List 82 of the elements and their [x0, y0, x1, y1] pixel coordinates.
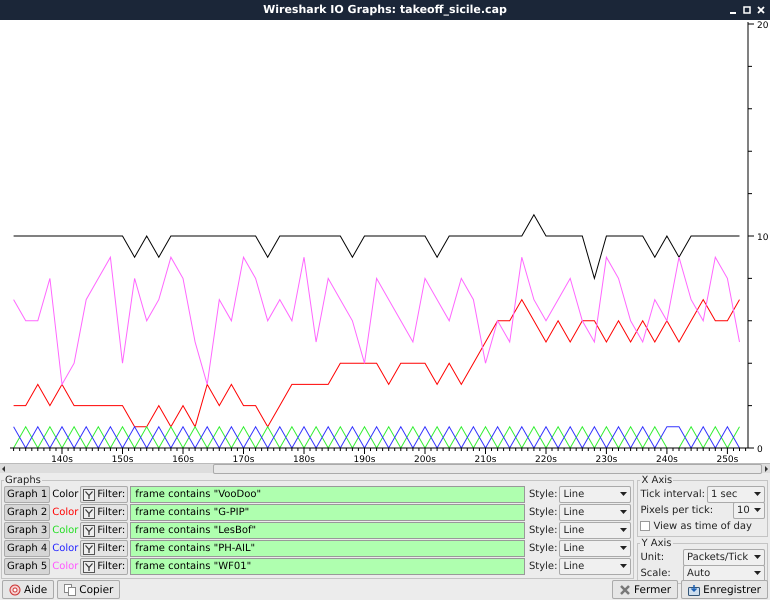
save-icon	[688, 584, 700, 596]
tick-label: 170s	[232, 454, 254, 463]
filter-button[interactable]: Filter:	[80, 486, 128, 503]
dropdown-arrow-icon	[620, 528, 628, 533]
field-label: Pixels per tick:	[640, 504, 714, 516]
graph-toggle-button[interactable]: Graph 1	[4, 486, 50, 503]
color-link[interactable]: Color	[52, 543, 78, 554]
color-link[interactable]: Color	[52, 489, 78, 500]
dropdown-arrow-icon	[754, 492, 761, 496]
style-label: Style:	[528, 525, 558, 536]
dropdown-arrow-icon	[620, 564, 628, 569]
frame-title: X Axis	[640, 475, 674, 486]
window-title: Wireshark IO Graphs: takeoff_sicile.cap	[263, 3, 507, 16]
field-label: Unit:	[640, 552, 664, 562]
dropdown-arrow-icon	[754, 570, 761, 576]
copy-button[interactable]: Copier	[57, 580, 120, 599]
style-label: Style:	[528, 543, 558, 554]
dropdown-arrow-icon	[620, 492, 628, 497]
graph-toggle-button[interactable]: Graph 2	[4, 504, 50, 521]
tick-label: 210s	[474, 454, 496, 463]
tick-label: 0	[757, 444, 763, 455]
checkbox-label: View as time of day	[653, 520, 752, 532]
filter-button[interactable]: Filter:	[80, 558, 128, 575]
tick-label: 200s	[414, 454, 436, 463]
filter-icon	[83, 506, 96, 518]
filter-icon	[83, 488, 96, 500]
filter-field[interactable]: frame contains "PH-AIL"	[130, 540, 525, 557]
tick-label: 140s	[51, 454, 73, 463]
tick-interval-dropdown[interactable]: 1 sec	[707, 486, 765, 502]
scroll-left-icon[interactable]	[0, 464, 8, 474]
scrollbar[interactable]	[0, 463, 770, 473]
maximize-icon[interactable]	[742, 5, 752, 15]
style-dropdown[interactable]: Line	[559, 540, 632, 557]
dropdown-arrow-icon	[620, 510, 628, 515]
dropdown-arrow-icon	[620, 546, 628, 551]
style-label: Style:	[528, 507, 558, 518]
scroll-thumb[interactable]	[213, 464, 762, 474]
pixels-dropdown[interactable]: 10	[733, 502, 765, 518]
help-button[interactable]: Aide	[2, 580, 54, 599]
dropdown-arrow-icon	[754, 508, 761, 512]
style-label: Style:	[528, 489, 558, 500]
tick-label: 250s	[716, 454, 738, 463]
close-icon[interactable]	[756, 5, 766, 15]
frame-title: Graphs	[4, 475, 42, 486]
checkbox[interactable]	[640, 521, 650, 531]
filter-field[interactable]: frame contains "LesBof"	[130, 522, 525, 539]
copy-icon	[64, 584, 76, 596]
tick-label: 160s	[172, 454, 194, 463]
tick-label: 20	[757, 20, 768, 31]
tick-label: 230s	[596, 454, 618, 463]
filter-field[interactable]: frame contains "WF01"	[130, 558, 525, 575]
filter-icon	[83, 542, 96, 554]
filter-button[interactable]: Filter:	[80, 540, 128, 557]
graph-toggle-button[interactable]: Graph 3	[4, 522, 50, 539]
tick-label: 10	[757, 232, 768, 243]
style-dropdown[interactable]: Line	[559, 522, 632, 539]
unit-dropdown[interactable]: Packets/Tick	[683, 548, 765, 566]
tick-label: 180s	[293, 454, 315, 463]
tick-label: 150s	[112, 454, 134, 463]
style-dropdown[interactable]: Line	[559, 504, 632, 521]
field-label: Scale:	[640, 568, 671, 578]
close-button[interactable]: Fermer	[612, 580, 678, 599]
tick-label: 220s	[535, 454, 557, 463]
graph-toggle-button[interactable]: Graph 4	[4, 540, 50, 557]
filter-field[interactable]: frame contains "VooDoo"	[130, 486, 525, 503]
field-label: Tick interval:	[640, 488, 705, 500]
graph-toggle-button[interactable]: Graph 5	[4, 558, 50, 575]
filter-icon	[83, 524, 96, 536]
filter-button[interactable]: Filter:	[80, 522, 128, 539]
close-icon	[619, 584, 632, 596]
filter-field[interactable]: frame contains "G-PIP"	[130, 504, 525, 521]
style-dropdown[interactable]: Line	[559, 486, 632, 503]
tick-label: 190s	[354, 454, 376, 463]
filter-icon	[83, 560, 96, 572]
style-dropdown[interactable]: Line	[559, 558, 632, 575]
tick-label: 240s	[656, 454, 678, 463]
frame-title: Y Axis	[640, 538, 672, 549]
dropdown-arrow-icon	[754, 554, 761, 560]
help-icon	[9, 584, 21, 596]
style-label: Style:	[528, 561, 558, 572]
filter-button[interactable]: Filter:	[80, 504, 128, 521]
save-button[interactable]: Enregistrer	[681, 580, 768, 599]
